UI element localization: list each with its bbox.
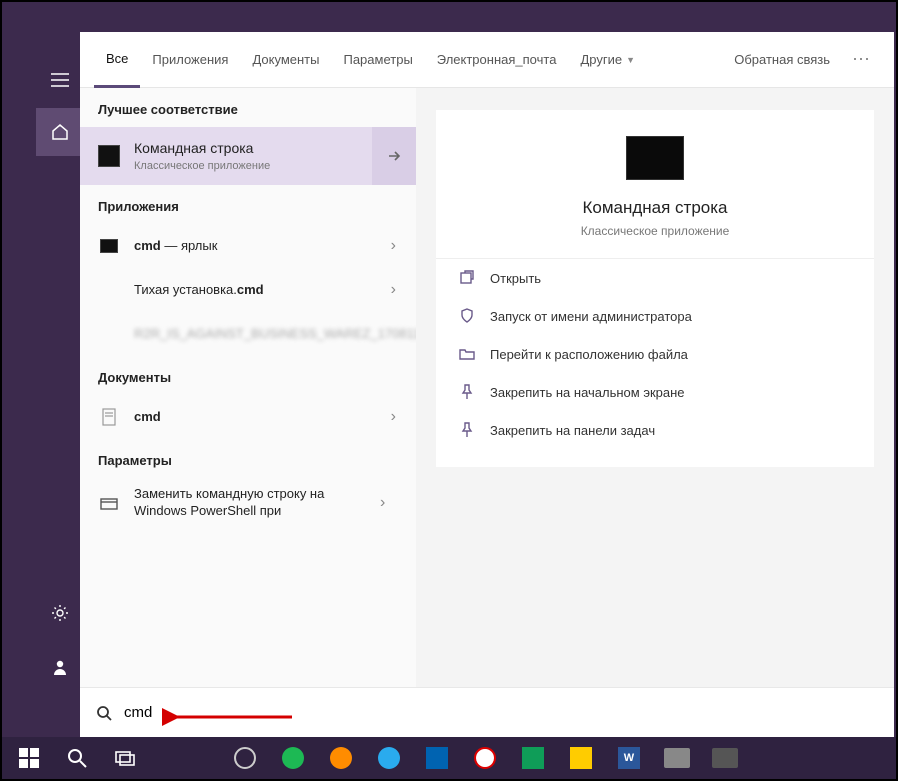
setting-result[interactable]: Заменить командную строку на Windows Pow… [80, 478, 416, 528]
preview-thumbnail [626, 136, 684, 180]
search-icon [96, 705, 112, 721]
chevron-down-icon: ▼ [626, 55, 635, 65]
document-result[interactable]: cmd › [80, 395, 416, 439]
home-button[interactable] [36, 108, 84, 156]
best-match-title: Командная строка [134, 139, 402, 157]
account-button[interactable] [36, 643, 84, 691]
taskbar-app[interactable]: W [606, 737, 652, 779]
tab-documents[interactable]: Документы [240, 32, 331, 88]
action-run-admin[interactable]: Запуск от имени администратора [436, 297, 874, 335]
chevron-right-icon: › [385, 237, 402, 255]
section-settings: Параметры [80, 439, 416, 478]
tab-more[interactable]: Другие▼ [568, 32, 647, 88]
tab-all[interactable]: Все [94, 32, 140, 88]
taskbar-search-button[interactable] [54, 737, 100, 779]
filter-tabs: Все Приложения Документы Параметры Элект… [80, 32, 894, 88]
tab-email[interactable]: Электронная_почта [425, 32, 569, 88]
preview-pane: Командная строка Классическое приложение… [416, 88, 894, 689]
best-match-result[interactable]: Командная строка Классическое приложение [80, 127, 416, 185]
taskbar-app[interactable] [366, 737, 412, 779]
taskbar-app[interactable] [558, 737, 604, 779]
shield-icon [458, 307, 476, 325]
app-result[interactable]: cmd — ярлык › [80, 224, 416, 268]
feedback-link[interactable]: Обратная связь [722, 32, 842, 88]
taskbar-app[interactable] [270, 737, 316, 779]
cmd-icon [98, 145, 120, 167]
hamburger-button[interactable] [36, 56, 84, 104]
tab-apps[interactable]: Приложения [140, 32, 240, 88]
app-result[interactable]: R2R_IS_AGAINST_BUSINESS_WAREZ_170811.cmd… [80, 312, 416, 356]
section-best-match: Лучшее соответствие [80, 88, 416, 127]
results-list: Лучшее соответствие Командная строка Кла… [80, 88, 416, 689]
document-icon [98, 406, 120, 428]
start-sidebar [2, 32, 80, 739]
more-options-button[interactable]: ⋯ [842, 49, 880, 70]
cmd-icon [100, 239, 118, 253]
settings-button[interactable] [36, 589, 84, 637]
taskbar: W [2, 737, 896, 779]
taskbar-app[interactable] [462, 737, 508, 779]
action-open-location[interactable]: Перейти к расположению файла [436, 335, 874, 373]
taskbar-app[interactable] [654, 737, 700, 779]
search-panel: Все Приложения Документы Параметры Элект… [80, 32, 894, 739]
section-apps: Приложения [80, 185, 416, 224]
chevron-right-icon: › [385, 408, 402, 426]
app-result[interactable]: Тихая установка.cmd › [80, 268, 416, 312]
search-input[interactable] [124, 704, 878, 721]
action-open[interactable]: Открыть [436, 259, 874, 297]
pin-icon [458, 383, 476, 401]
settings-icon [98, 492, 120, 514]
taskbar-app[interactable] [222, 737, 268, 779]
action-pin-start[interactable]: Закрепить на начальном экране [436, 373, 874, 411]
section-documents: Документы [80, 356, 416, 395]
chevron-right-icon: › [374, 494, 391, 512]
chevron-right-icon: › [385, 281, 402, 299]
open-icon [458, 269, 476, 287]
start-button[interactable] [6, 737, 52, 779]
search-bar [80, 687, 894, 737]
preview-title: Командная строка [582, 198, 727, 218]
pin-icon [458, 421, 476, 439]
taskbar-app[interactable] [510, 737, 556, 779]
best-match-subtitle: Классическое приложение [134, 159, 402, 173]
taskbar-app[interactable] [414, 737, 460, 779]
task-view-button[interactable] [102, 737, 148, 779]
taskbar-app[interactable] [318, 737, 364, 779]
preview-subtitle: Классическое приложение [581, 224, 730, 238]
action-pin-taskbar[interactable]: Закрепить на панели задач [436, 411, 874, 449]
tab-settings[interactable]: Параметры [331, 32, 424, 88]
expand-arrow-button[interactable] [372, 127, 416, 185]
taskbar-app[interactable] [702, 737, 748, 779]
folder-icon [458, 345, 476, 363]
